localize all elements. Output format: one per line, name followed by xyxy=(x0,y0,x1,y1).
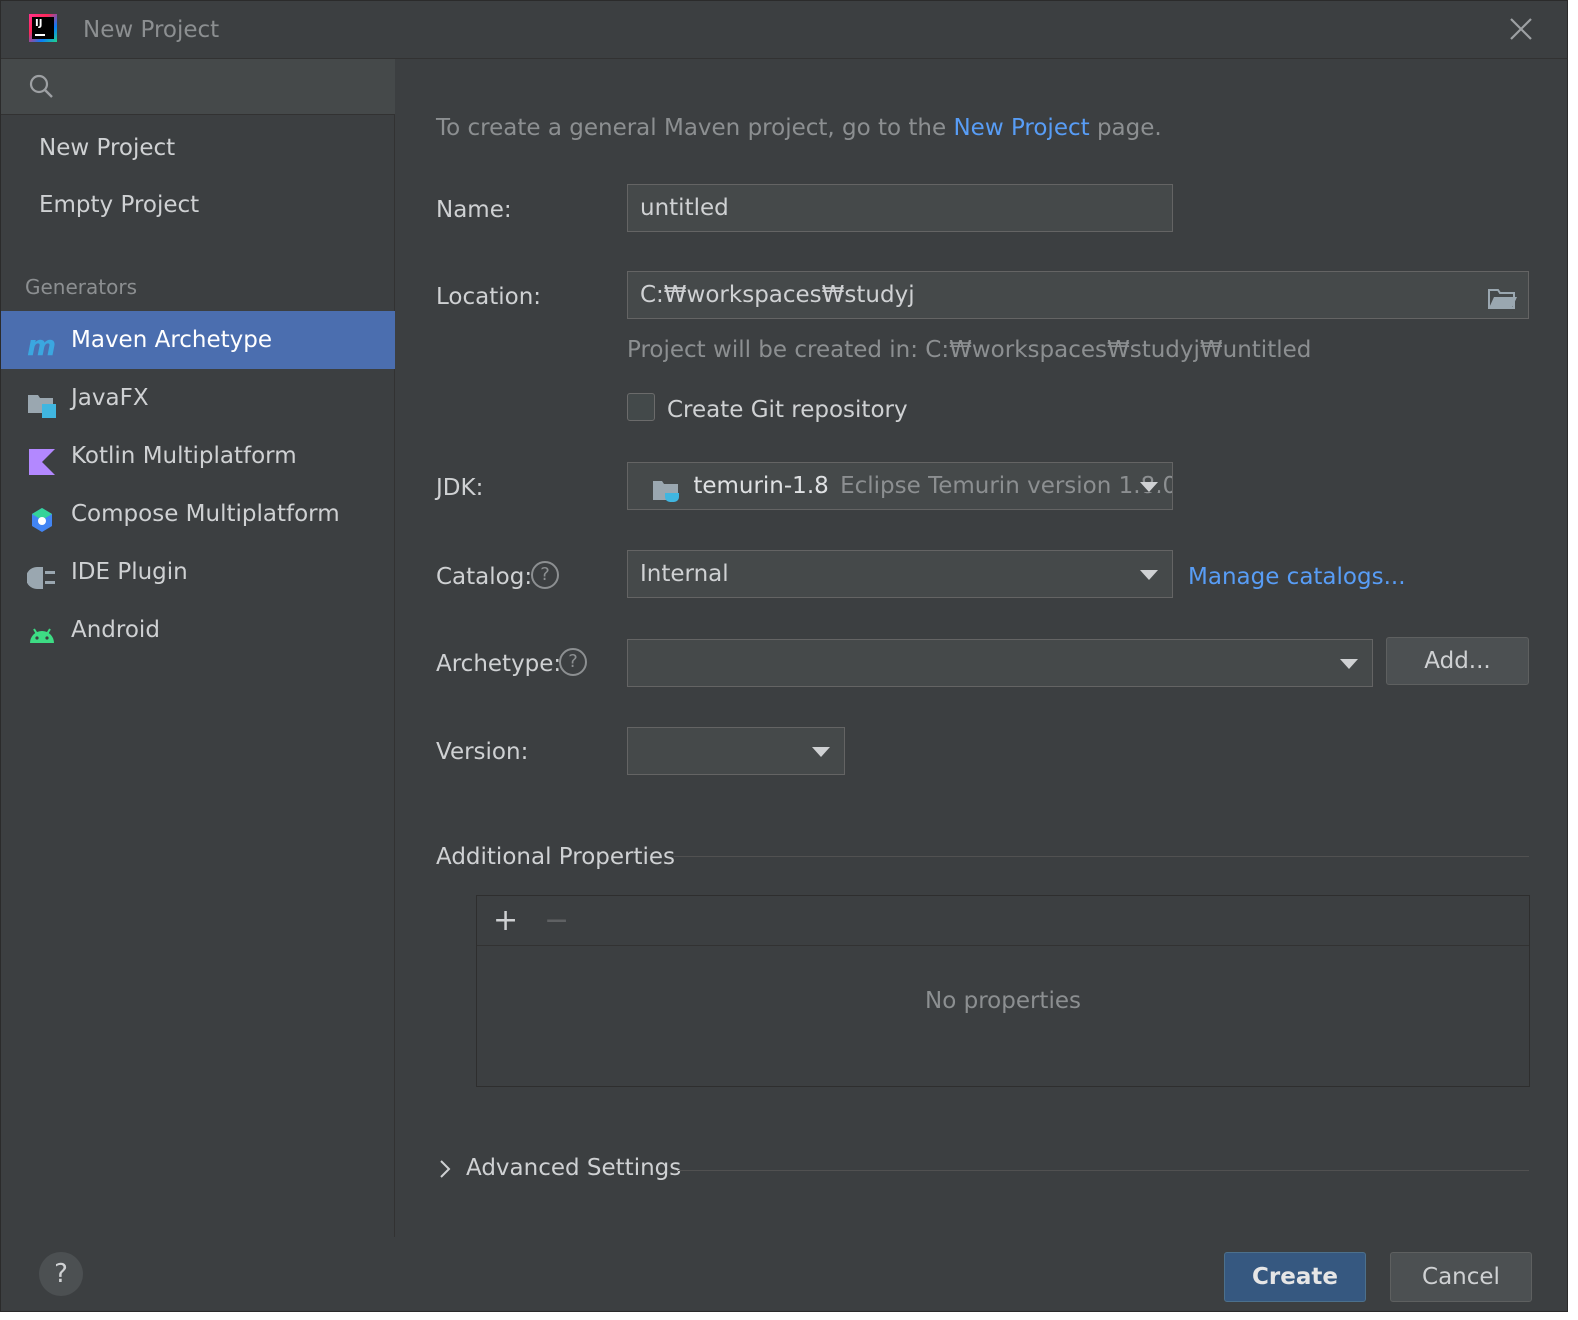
intellij-logo-icon: IJ xyxy=(29,14,57,42)
sidebar-item-kotlin-multiplatform[interactable]: Kotlin Multiplatform xyxy=(1,427,395,485)
search-field[interactable] xyxy=(1,59,395,115)
sidebar-item-label: IDE Plugin xyxy=(71,559,188,585)
chevron-down-icon xyxy=(1140,570,1158,580)
android-icon xyxy=(27,615,57,645)
cancel-button[interactable]: Cancel xyxy=(1390,1252,1532,1302)
remove-property-icon: − xyxy=(544,903,570,938)
chevron-down-icon xyxy=(1340,659,1358,669)
create-button[interactable]: Create xyxy=(1224,1252,1366,1302)
chevron-down-icon xyxy=(812,747,830,757)
plugin-icon xyxy=(26,557,57,589)
advanced-settings-toggle[interactable]: Advanced Settings xyxy=(436,1155,696,1187)
sidebar-item-javafx[interactable]: JavaFX xyxy=(1,369,395,427)
javafx-icon xyxy=(27,383,57,418)
catalog-value: Internal xyxy=(640,561,729,587)
location-input[interactable]: C:₩workspaces₩studyj xyxy=(627,271,1529,319)
sidebar-item-new-project[interactable]: New Project xyxy=(1,119,395,177)
add-archetype-button[interactable]: Add... xyxy=(1386,637,1529,685)
archetype-select[interactable] xyxy=(627,639,1373,687)
compose-icon xyxy=(27,499,57,532)
jdk-name: temurin-1.8 xyxy=(693,473,829,499)
properties-toolbar: + − xyxy=(477,896,1529,946)
intro-text: To create a general Maven project, go to… xyxy=(436,115,1162,141)
catalog-select[interactable]: Internal xyxy=(627,550,1173,598)
search-icon xyxy=(29,74,53,98)
section-divider xyxy=(674,856,1529,857)
folder-icon[interactable] xyxy=(1488,282,1518,309)
help-button[interactable]: ? xyxy=(39,1252,83,1296)
name-value: untitled xyxy=(640,195,729,221)
jdk-label: JDK: xyxy=(436,475,484,501)
new-project-dialog: IJ New Project New Project Empty Project… xyxy=(0,0,1568,1312)
intro-prefix: To create a general Maven project, go to… xyxy=(436,115,947,141)
add-property-icon[interactable]: + xyxy=(493,906,518,936)
location-value: C:₩workspaces₩studyj xyxy=(640,282,915,308)
maven-icon: m xyxy=(27,325,57,362)
sidebar-item-empty-project[interactable]: Empty Project xyxy=(1,176,395,234)
sidebar-item-label: Empty Project xyxy=(39,192,200,218)
sidebar-item-label: Maven Archetype xyxy=(71,327,273,353)
empty-properties-text: No properties xyxy=(925,988,1081,1014)
sidebar-item-label: New Project xyxy=(39,135,176,161)
window-title: New Project xyxy=(83,17,220,43)
git-label[interactable]: Create Git repository xyxy=(667,397,908,423)
intro-suffix: page. xyxy=(1096,115,1162,141)
location-label: Location: xyxy=(436,284,542,310)
version-select[interactable] xyxy=(627,727,845,775)
sidebar-item-maven-archetype[interactable]: m Maven Archetype xyxy=(1,311,395,369)
manage-catalogs-link[interactable]: Manage catalogs... xyxy=(1188,564,1406,590)
version-label: Version: xyxy=(436,739,529,765)
main-panel: To create a general Maven project, go to… xyxy=(396,59,1568,1237)
sidebar-item-label: JavaFX xyxy=(71,385,149,411)
sidebar-item-android[interactable]: Android xyxy=(1,601,395,659)
chevron-right-icon xyxy=(438,1159,452,1185)
jdk-description: Eclipse Temurin version 1.8.0 xyxy=(840,473,1173,499)
catalog-label: Catalog: xyxy=(436,564,533,590)
title-bar: IJ New Project xyxy=(1,1,1567,59)
kotlin-icon xyxy=(27,441,57,475)
archetype-help-icon[interactable]: ? xyxy=(559,648,587,676)
archetype-label: Archetype: xyxy=(436,651,562,677)
close-icon[interactable] xyxy=(1507,15,1535,43)
sidebar: New Project Empty Project Generators m M… xyxy=(1,59,395,1237)
git-checkbox[interactable] xyxy=(627,393,655,421)
catalog-help-icon[interactable]: ? xyxy=(531,561,559,589)
additional-properties-title: Additional Properties xyxy=(436,844,676,870)
properties-table: + − No properties xyxy=(476,895,1530,1087)
svg-text:m: m xyxy=(27,331,56,361)
sidebar-item-label: Kotlin Multiplatform xyxy=(71,443,297,469)
sidebar-item-label: Android xyxy=(71,617,160,643)
sidebar-item-compose-multiplatform[interactable]: Compose Multiplatform xyxy=(1,485,395,543)
new-project-link[interactable]: New Project xyxy=(953,115,1089,141)
advanced-settings-title: Advanced Settings xyxy=(466,1155,682,1181)
jdk-select[interactable]: temurin-1.8 Eclipse Temurin version 1.8.… xyxy=(627,462,1173,510)
generators-heading: Generators xyxy=(25,275,137,299)
jdk-folder-icon xyxy=(652,474,682,502)
name-input[interactable]: untitled xyxy=(627,184,1173,232)
name-label: Name: xyxy=(436,197,512,223)
location-hint: Project will be created in: C:₩workspace… xyxy=(627,337,1312,363)
sidebar-item-label: Compose Multiplatform xyxy=(71,501,340,527)
section-divider xyxy=(678,1170,1529,1171)
chevron-down-icon xyxy=(1140,482,1158,492)
sidebar-item-ide-plugin[interactable]: IDE Plugin xyxy=(1,543,395,601)
